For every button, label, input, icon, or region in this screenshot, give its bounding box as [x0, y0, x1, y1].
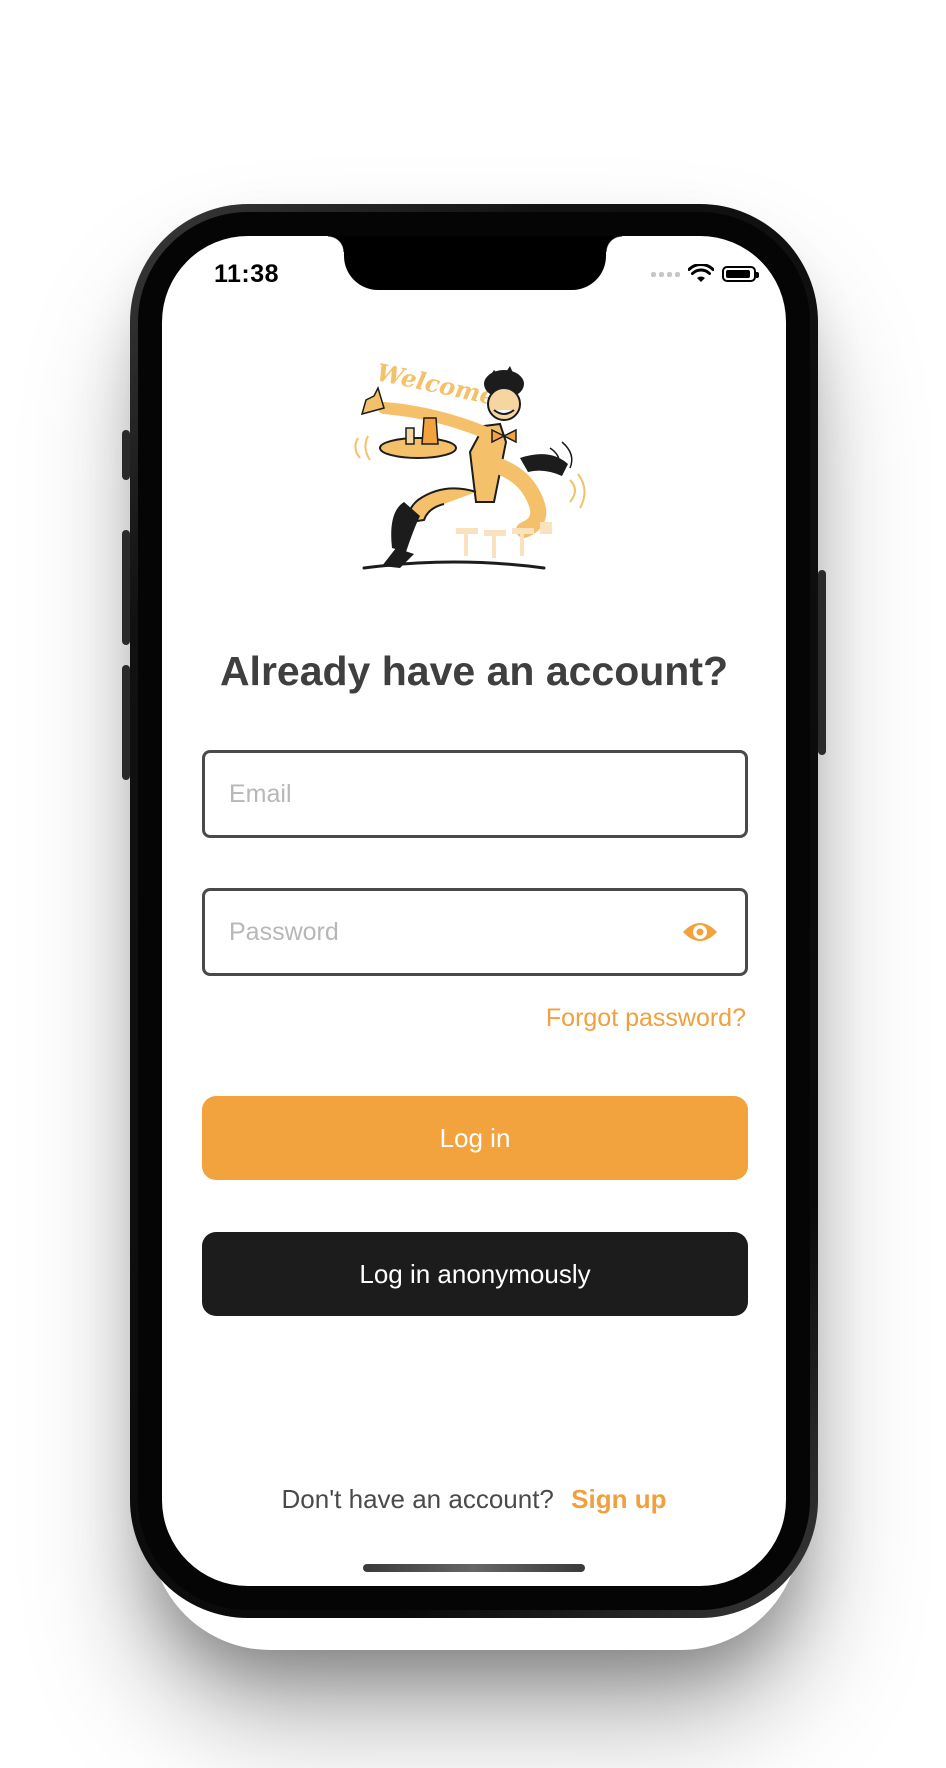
status-time: 11:38 [214, 260, 280, 288]
app-screen: 11:38 Welcome! Already have an account? … [162, 236, 786, 1586]
signup-row: Don't have an account? Sign up [162, 1484, 786, 1515]
login-anonymously-button[interactable]: Log in anonymously [202, 1232, 748, 1316]
volume-up-button [122, 530, 130, 645]
signup-prompt: Don't have an account? [281, 1484, 554, 1514]
signal-icon [651, 271, 680, 277]
notch [328, 236, 622, 290]
mute-switch [122, 430, 130, 480]
login-button[interactable]: Log in [202, 1096, 748, 1180]
signup-link[interactable]: Sign up [571, 1484, 666, 1514]
email-field[interactable] [202, 750, 748, 838]
volume-down-button [122, 665, 130, 780]
page-title: Already have an account? [219, 648, 729, 694]
forgot-password-link[interactable]: Forgot password? [546, 1004, 746, 1033]
wifi-icon [688, 264, 714, 282]
power-button [818, 570, 826, 755]
password-input[interactable] [229, 891, 649, 973]
home-indicator[interactable] [363, 1564, 585, 1572]
password-field[interactable] [202, 888, 748, 976]
status-icons [651, 264, 759, 284]
welcome-waiter-illustration: Welcome! [354, 357, 586, 570]
email-input[interactable] [229, 753, 649, 835]
eye-icon[interactable] [681, 917, 719, 947]
battery-icon [722, 266, 759, 282]
